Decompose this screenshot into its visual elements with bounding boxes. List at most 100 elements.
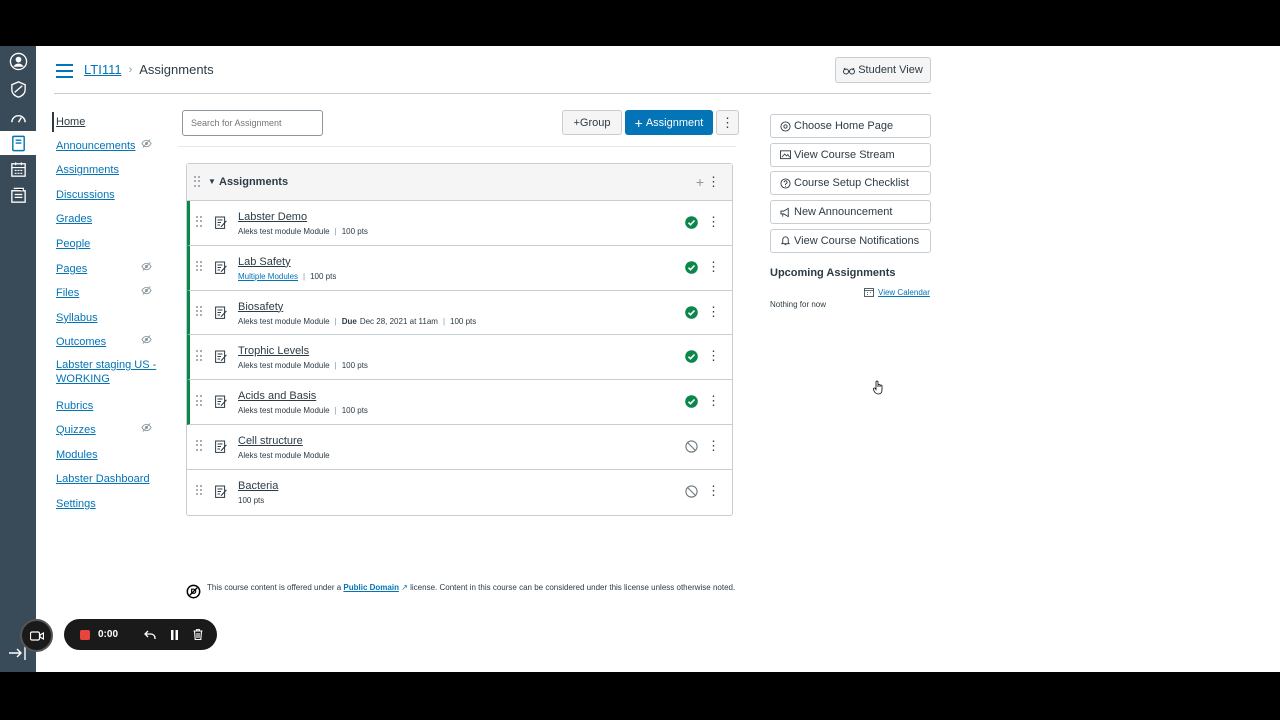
- row-kebab-icon[interactable]: ⋮: [707, 214, 720, 230]
- add-assignment-button[interactable]: + Assignment: [625, 110, 713, 135]
- view-course-stream-button[interactable]: View Course Stream: [770, 142, 931, 167]
- assignment-icon: [215, 306, 227, 319]
- group-kebab-icon[interactable]: ⋮: [707, 174, 720, 190]
- view-course-notifications-button[interactable]: View Course Notifications: [770, 228, 931, 253]
- row-kebab-icon[interactable]: ⋮: [707, 348, 720, 364]
- assignment-title-link[interactable]: Acids and Basis: [238, 390, 316, 402]
- student-view-button[interactable]: Student View: [835, 57, 931, 83]
- choose-home-page-button[interactable]: Choose Home Page: [770, 114, 931, 138]
- nav-item-files[interactable]: Files: [52, 284, 162, 309]
- hidden-eye-icon: [141, 137, 152, 155]
- new-announcement-label: New Announcement: [794, 206, 893, 219]
- hamburger-menu-icon[interactable]: [56, 64, 73, 78]
- license-notice: This course content is offered under a P…: [186, 582, 736, 599]
- add-to-group-icon[interactable]: +: [696, 174, 704, 190]
- pause-icon[interactable]: [162, 629, 186, 640]
- add-group-label: Group: [579, 116, 611, 129]
- assignment-meta: Aleks test module Module | Due Dec 28, 2021…: [238, 317, 476, 326]
- upcoming-assignments-title: Upcoming Assignments: [770, 267, 896, 279]
- assignment-row[interactable]: Bacteria 100 pts ⋮: [187, 470, 732, 515]
- unpublished-icon[interactable]: [685, 485, 698, 498]
- assignment-row[interactable]: Labster Demo Aleks test module Module | 100…: [187, 201, 732, 246]
- assignment-icon: [215, 216, 227, 229]
- row-kebab-icon[interactable]: ⋮: [707, 259, 720, 275]
- drag-handle-icon[interactable]: [196, 395, 202, 407]
- separator: |: [303, 271, 306, 281]
- nav-item-grades[interactable]: Grades: [52, 210, 162, 235]
- assignment-row[interactable]: Trophic Levels Aleks test module Module | 1…: [187, 335, 732, 381]
- assignment-row[interactable]: Cell structure Aleks test module Module ⋮: [187, 425, 732, 470]
- caret-down-icon[interactable]: ▼: [208, 177, 216, 186]
- drag-handle-icon[interactable]: [196, 439, 202, 452]
- module-name: Aleks test module Module: [238, 316, 330, 326]
- stop-recording-button[interactable]: [80, 629, 90, 640]
- row-kebab-icon[interactable]: ⋮: [707, 304, 720, 320]
- trash-icon[interactable]: [186, 629, 210, 640]
- nav-item-assignments[interactable]: Assignments: [52, 161, 162, 186]
- nav-item-people[interactable]: People: [52, 235, 162, 260]
- recorder-controls: 0:00: [64, 619, 217, 650]
- inbox-icon[interactable]: [6, 184, 30, 206]
- nav-item-labster-staging-us-working[interactable]: Labster staging US - WORKING: [52, 358, 162, 397]
- assignment-title-link[interactable]: Bacteria: [238, 480, 278, 492]
- dashboard-icon[interactable]: [6, 107, 30, 129]
- admin-icon[interactable]: [6, 78, 30, 100]
- nav-item-quizzes[interactable]: Quizzes: [52, 421, 162, 446]
- add-group-button[interactable]: + Group: [562, 110, 622, 135]
- nav-item-label: Files: [56, 287, 80, 300]
- assignment-title-link[interactable]: Biosafety: [238, 301, 283, 313]
- view-calendar-link[interactable]: View Calendar: [864, 287, 930, 297]
- nav-item-label: Labster Dashboard: [56, 473, 150, 486]
- drag-handle-icon[interactable]: [196, 260, 202, 273]
- nav-item-syllabus[interactable]: Syllabus: [52, 309, 162, 334]
- assignment-title-link[interactable]: Lab Safety: [238, 256, 291, 268]
- search-input[interactable]: [182, 110, 323, 136]
- assignment-row[interactable]: Acids and Basis Aleks test module Module |…: [187, 380, 732, 425]
- assignment-title-link[interactable]: Trophic Levels: [238, 345, 309, 357]
- module-link[interactable]: Multiple Modules: [238, 272, 298, 281]
- drag-handle-icon[interactable]: [196, 216, 202, 228]
- published-check-icon[interactable]: [685, 350, 698, 364]
- assignment-icon: [215, 485, 227, 498]
- account-icon[interactable]: [6, 50, 30, 72]
- published-check-icon[interactable]: [685, 305, 698, 319]
- assignment-icon: [215, 350, 227, 364]
- unpublished-icon[interactable]: [685, 440, 698, 453]
- row-kebab-icon[interactable]: ⋮: [707, 438, 720, 454]
- breadcrumb-course-link[interactable]: LTI111: [84, 62, 122, 77]
- nav-item-discussions[interactable]: Discussions: [52, 186, 162, 211]
- hidden-eye-icon: [141, 260, 152, 278]
- assignment-row[interactable]: Lab Safety Multiple Modules | 100 pts ⋮: [187, 245, 732, 291]
- assignment-title-link[interactable]: Labster Demo: [238, 211, 307, 223]
- nav-item-rubrics[interactable]: Rubrics: [52, 397, 162, 422]
- assignment-meta: Aleks test module Module: [238, 451, 330, 460]
- new-announcement-button[interactable]: New Announcement: [770, 200, 931, 225]
- assignment-title-link[interactable]: Cell structure: [238, 435, 303, 447]
- calendar-icon[interactable]: [6, 158, 30, 180]
- undo-icon[interactable]: [138, 630, 162, 640]
- public-domain-link[interactable]: Public Domain: [343, 583, 399, 592]
- due-label: Due: [341, 316, 357, 326]
- courses-icon[interactable]: [0, 131, 36, 155]
- drag-handle-icon[interactable]: [196, 305, 202, 318]
- nav-item-announcements[interactable]: Announcements: [52, 137, 162, 162]
- published-check-icon[interactable]: [685, 216, 698, 229]
- row-kebab-icon[interactable]: ⋮: [707, 393, 720, 409]
- settings-kebab-button[interactable]: ⋮: [716, 110, 739, 135]
- nav-item-labster-dashboard[interactable]: Labster Dashboard: [52, 470, 162, 495]
- assignment-group-header[interactable]: ▼ Assignments + ⋮: [187, 164, 732, 201]
- drag-handle-icon[interactable]: [196, 484, 202, 497]
- row-kebab-icon[interactable]: ⋮: [707, 483, 720, 499]
- drag-handle-icon[interactable]: [196, 350, 202, 362]
- published-check-icon[interactable]: [685, 260, 698, 274]
- webcam-toggle-button[interactable]: [20, 619, 53, 652]
- nav-item-modules[interactable]: Modules: [52, 446, 162, 471]
- nav-item-outcomes[interactable]: Outcomes: [52, 333, 162, 358]
- published-check-icon[interactable]: [685, 395, 698, 408]
- assignment-row[interactable]: Biosafety Aleks test module Module | Due Dec…: [187, 290, 732, 336]
- nav-item-home[interactable]: Home: [52, 112, 162, 132]
- nav-item-pages[interactable]: Pages: [52, 260, 162, 285]
- drag-handle-icon[interactable]: [194, 176, 200, 188]
- course-setup-checklist-button[interactable]: Course Setup Checklist: [770, 171, 931, 196]
- nav-item-settings[interactable]: Settings: [52, 495, 162, 520]
